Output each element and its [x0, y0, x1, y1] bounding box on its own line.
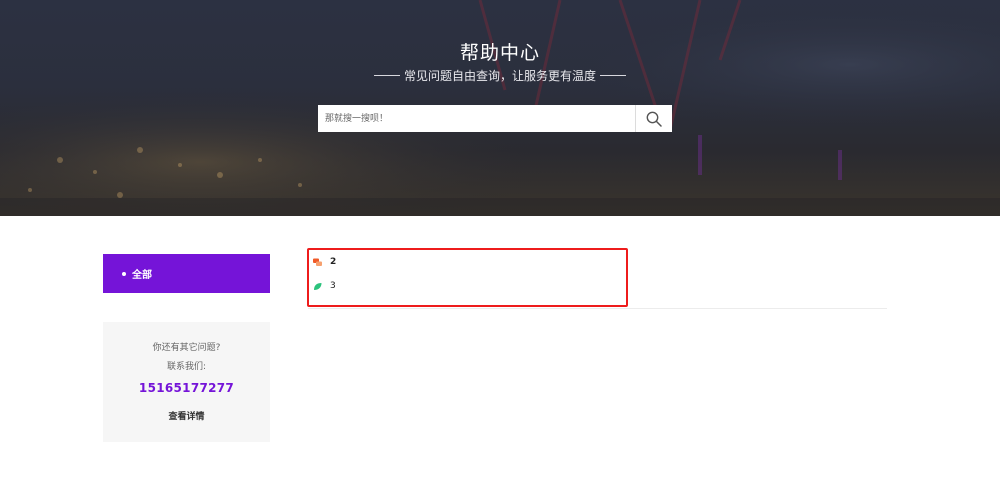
- contact-card: 你还有其它问题? 联系我们: 15165177277 查看详情: [103, 322, 270, 442]
- hero-banner: 帮助中心 常见问题自由查询，让服务更有温度: [0, 0, 1000, 216]
- search-icon: [646, 111, 662, 127]
- subtitle-text: 常见问题自由查询，让服务更有温度: [403, 69, 596, 83]
- category-all-label: 全部: [132, 270, 152, 281]
- search-input[interactable]: [318, 105, 635, 132]
- contact-question: 你还有其它问题?: [152, 343, 221, 353]
- highlight-box: [307, 248, 628, 307]
- subtitle-rule-right: [600, 75, 626, 76]
- category-all[interactable]: 全部: [103, 254, 270, 293]
- search-button[interactable]: [636, 105, 672, 132]
- view-details-link[interactable]: 查看详情: [103, 409, 270, 422]
- bullet-dot: [122, 271, 126, 276]
- contact-phone: 15165177277: [138, 381, 235, 395]
- contact-label: 联系我们:: [166, 362, 207, 372]
- search-bar: [318, 105, 672, 132]
- page-title: 帮助中心: [459, 42, 540, 64]
- page-subtitle: 常见问题自由查询，让服务更有温度: [0, 67, 1000, 84]
- list-divider: [308, 308, 887, 309]
- subtitle-rule-left: [373, 75, 400, 76]
